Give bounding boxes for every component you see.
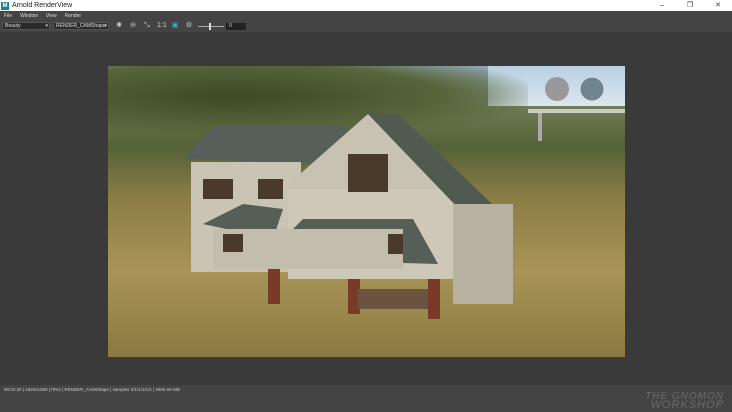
render-image — [108, 66, 625, 357]
watermark-logo: THE GNOMON WORKSHOP — [645, 392, 724, 411]
app-logo-icon: M — [1, 1, 9, 10]
status-text: 00:01:20 | 1920x1080 (70%) | RENDER_CAMS… — [4, 387, 180, 392]
watermark-line2: WORKSHOP — [650, 399, 724, 411]
minimize-button[interactable]: – — [648, 0, 676, 11]
status-bar: 00:01:20 | 1920x1080 (70%) | RENDER_CAMS… — [0, 385, 732, 412]
exposure-icon: ⚙ — [185, 22, 193, 29]
bridge-image — [528, 76, 625, 141]
exposure-input[interactable]: 0 — [226, 22, 246, 30]
ratio-button[interactable]: 1:1 — [157, 22, 167, 30]
window-title: Arnold RenderView — [12, 2, 73, 9]
stop-icon[interactable]: ⊖ — [129, 22, 137, 30]
crop-icon[interactable]: ⤡ — [143, 22, 151, 30]
menu-bar: File Window View Render — [0, 11, 732, 20]
region-icon[interactable]: ▣ — [171, 22, 179, 30]
menu-file[interactable]: File — [4, 13, 12, 19]
render-icon[interactable]: ✺ — [115, 22, 123, 30]
camera-select[interactable]: RENDER_CAMShape — [53, 22, 109, 30]
exposure-slider[interactable] — [198, 22, 224, 30]
title-bar: M Arnold RenderView – ❐ ✕ — [0, 0, 732, 11]
render-viewport[interactable] — [0, 32, 732, 385]
menu-window[interactable]: Window — [20, 13, 38, 19]
maximize-button[interactable]: ❐ — [676, 0, 704, 11]
aov-select[interactable]: Beauty — [2, 22, 50, 30]
menu-view[interactable]: View — [46, 13, 57, 19]
toolbar: Beauty RENDER_CAMShape ✺ ⊖ ⤡ 1:1 ▣ ⚙ 0 ◂… — [0, 20, 732, 49]
close-button[interactable]: ✕ — [704, 0, 732, 11]
menu-render[interactable]: Render — [65, 13, 81, 19]
house-render — [183, 114, 513, 319]
